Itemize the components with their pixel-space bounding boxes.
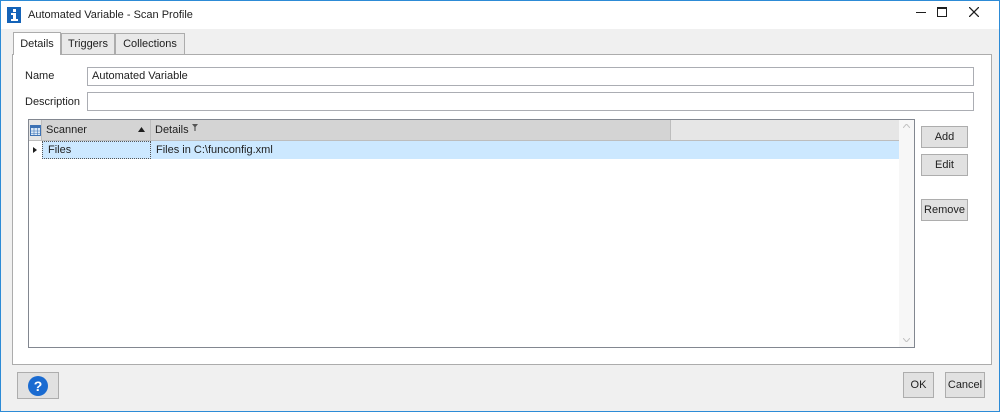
filter-icon [191,123,198,131]
column-header-scanner-label: Scanner [46,124,87,136]
minimize-icon [916,12,926,13]
name-field[interactable]: Automated Variable [87,67,974,86]
help-icon: ? [28,375,48,396]
tab-triggers[interactable]: Triggers [61,33,115,54]
description-field[interactable] [87,92,974,111]
scroll-up-icon[interactable] [903,124,910,128]
table-row[interactable]: Files Files in C:\funconfig.xml [29,141,899,159]
remove-button[interactable]: Remove [921,199,968,221]
ok-button[interactable]: OK [903,372,934,398]
row-pointer-icon [33,147,37,153]
cancel-button[interactable]: Cancel [945,372,985,398]
description-label: Description [25,96,81,108]
scanners-grid: Scanner Details Files Files in C:\funcon… [28,119,915,348]
scroll-down-icon[interactable] [903,338,910,342]
cell-details[interactable]: Files in C:\funconfig.xml [151,141,671,159]
row-header[interactable] [29,141,42,159]
edit-button[interactable]: Edit [921,154,968,176]
grid-corner-header[interactable] [29,120,42,141]
window-title: Automated Variable - Scan Profile [28,9,193,21]
column-header-filler [671,120,914,141]
maximize-icon [937,7,947,17]
title-bar: Automated Variable - Scan Profile [1,1,999,29]
maximize-button[interactable] [927,1,957,23]
add-button[interactable]: Add [921,126,968,148]
close-icon [969,7,979,17]
tab-collections[interactable]: Collections [115,33,185,54]
column-header-scanner[interactable]: Scanner [42,120,151,141]
column-header-details[interactable]: Details [151,120,671,141]
column-header-details-label: Details [155,124,189,136]
sort-ascending-icon [138,127,145,132]
cell-scanner[interactable]: Files [42,141,151,159]
table-icon [29,124,41,136]
help-button[interactable]: ? [17,372,59,399]
grid-vertical-scrollbar[interactable] [899,120,914,347]
close-button[interactable] [959,1,989,23]
scan-profile-window: Automated Variable - Scan Profile Detail… [0,0,1000,412]
tab-details[interactable]: Details [13,32,61,55]
info-icon [7,7,21,23]
name-label: Name [25,70,55,82]
